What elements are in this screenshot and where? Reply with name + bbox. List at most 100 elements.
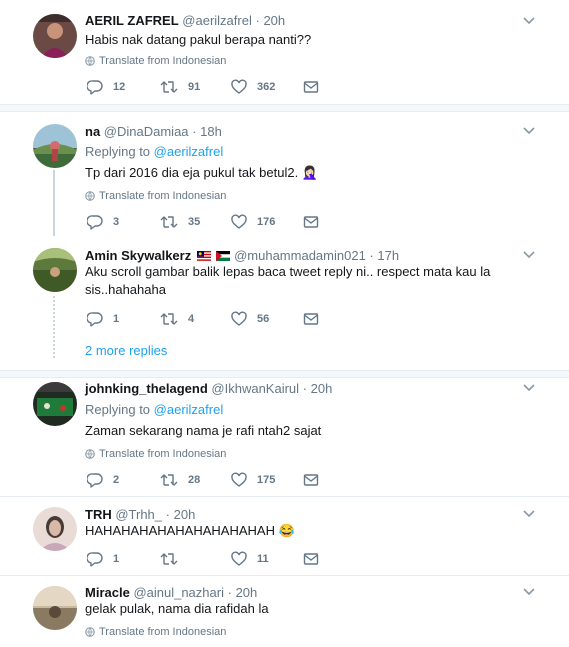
dm-button[interactable] [303, 79, 329, 95]
more-replies-link[interactable]: 2 more replies [85, 343, 167, 358]
dm-button[interactable] [303, 551, 329, 567]
retweet-button[interactable] [160, 551, 188, 567]
reply-count: 12 [113, 81, 126, 93]
user-handle[interactable]: @muhammadamin021 [234, 248, 366, 263]
palestine-flag-icon [216, 251, 231, 261]
avatar[interactable] [33, 586, 77, 630]
like-button[interactable]: 175 [231, 472, 275, 488]
thread-dotted-line [53, 296, 55, 358]
tweet-miracle[interactable]: Miracle @ainul_nazhari · 20h gelak pulak… [0, 576, 569, 647]
like-count: 175 [257, 474, 276, 486]
user-handle[interactable]: @aerilzafrel [182, 13, 252, 28]
reply-icon [87, 215, 103, 230]
avatar[interactable] [33, 382, 77, 426]
reply-icon [87, 312, 103, 327]
tweet-text: Zaman sekarang nama je rafi ntah2 sajat [85, 423, 322, 438]
globe-icon [85, 449, 95, 459]
timestamp[interactable]: 20h [311, 381, 333, 396]
chevron-down-icon[interactable] [523, 127, 535, 135]
translate-label: Translate from Indonesian [99, 626, 227, 638]
display-name[interactable]: Miracle [85, 585, 130, 600]
reply-button[interactable]: 1 [87, 311, 119, 327]
heart-icon [231, 551, 247, 566]
retweet-count: 91 [188, 81, 201, 93]
chevron-down-icon[interactable] [523, 384, 535, 392]
heart-icon [231, 214, 247, 229]
retweet-icon [160, 216, 178, 228]
reply-button[interactable]: 3 [87, 214, 119, 230]
display-name[interactable]: na [85, 124, 100, 139]
reply-icon [87, 552, 103, 567]
translate-link[interactable]: Translate from Indonesian [85, 447, 226, 461]
timestamp[interactable]: 17h [377, 248, 399, 263]
avatar[interactable] [33, 124, 77, 168]
chevron-down-icon[interactable] [523, 588, 535, 596]
tweet-johnking[interactable]: johnking_thelagend @IkhwanKairul · 20h R… [0, 378, 569, 496]
translate-link[interactable]: Translate from Indonesian [85, 54, 226, 68]
like-button[interactable]: 11 [231, 551, 269, 567]
separator: · [192, 124, 197, 139]
retweet-button[interactable]: 28 [160, 472, 200, 488]
tweet-text: Aku scroll gambar balik lepas baca tweet… [85, 264, 491, 297]
reply-button[interactable]: 1 [87, 551, 119, 567]
separator: · [227, 585, 232, 600]
replying-to: Replying to @aerilzafrel [85, 144, 223, 160]
dm-button[interactable] [303, 311, 329, 327]
translate-link[interactable]: Translate from Indonesian [85, 189, 226, 203]
heart-icon [231, 79, 247, 94]
like-button[interactable]: 56 [231, 311, 269, 327]
dm-button[interactable] [303, 214, 329, 230]
reply-button[interactable]: 12 [87, 79, 125, 95]
replying-prefix: Replying to [85, 402, 151, 417]
chevron-down-icon[interactable] [523, 251, 535, 259]
reply-button[interactable]: 2 [87, 472, 119, 488]
retweet-icon [160, 474, 178, 486]
reply-icon [87, 473, 103, 488]
retweet-button[interactable]: 4 [160, 311, 194, 327]
avatar[interactable] [33, 14, 77, 58]
reply-count: 1 [113, 553, 120, 565]
tweet-aeril[interactable]: AERIL ZAFREL @aerilzafrel · 20h Habis na… [0, 0, 569, 104]
avatar[interactable] [33, 248, 77, 292]
timestamp[interactable]: 20h [263, 13, 285, 28]
tweet-na[interactable]: na @DinaDamiaa · 18h Replying to @aerilz… [0, 112, 569, 242]
envelope-icon [303, 81, 319, 93]
timestamp[interactable]: 20h [174, 507, 196, 522]
tweet-text: HAHAHAHAHAHAHAHAHAHAH 😂 [85, 523, 295, 538]
chevron-down-icon[interactable] [523, 17, 535, 25]
user-handle[interactable]: @IkhwanKairul [211, 381, 299, 396]
retweet-count: 35 [188, 216, 201, 228]
display-name[interactable]: Amin Skywalkerz [85, 248, 191, 263]
translate-link[interactable]: Translate from Indonesian [85, 625, 226, 639]
chevron-down-icon[interactable] [523, 510, 535, 518]
like-button[interactable]: 176 [231, 214, 275, 230]
reply-count: 1 [113, 313, 120, 325]
heart-icon [231, 311, 247, 326]
globe-icon [85, 56, 95, 66]
tweet-trh[interactable]: TRH @Trhh_ · 20h HAHAHAHAHAHAHAHAHAHAH 😂… [0, 497, 569, 575]
timestamp[interactable]: 20h [236, 585, 258, 600]
timestamp[interactable]: 18h [200, 124, 222, 139]
display-name[interactable]: TRH [85, 507, 112, 522]
avatar[interactable] [33, 507, 77, 551]
user-handle[interactable]: @ainul_nazhari [133, 585, 224, 600]
separator: · [369, 248, 374, 263]
globe-icon [85, 627, 95, 637]
like-button[interactable]: 362 [231, 79, 275, 95]
user-handle[interactable]: @DinaDamiaa [104, 124, 189, 139]
globe-icon [85, 191, 95, 201]
replying-to-link[interactable]: @aerilzafrel [154, 402, 224, 417]
retweet-button[interactable]: 35 [160, 214, 200, 230]
replying-to-link[interactable]: @aerilzafrel [154, 144, 224, 159]
separator: · [255, 13, 260, 28]
display-name[interactable]: AERIL ZAFREL [85, 13, 179, 28]
retweet-icon [160, 81, 178, 93]
tweet-text: gelak pulak, nama dia rafidah la [85, 601, 269, 616]
tweet-amin[interactable]: Amin Skywalkerz @muhammadamin021 · 17h A… [0, 236, 569, 370]
translate-label: Translate from Indonesian [99, 190, 227, 202]
display-name[interactable]: johnking_thelagend [85, 381, 208, 396]
conversation-divider [0, 104, 569, 112]
dm-button[interactable] [303, 472, 329, 488]
user-handle[interactable]: @Trhh_ [115, 507, 162, 522]
retweet-button[interactable]: 91 [160, 79, 200, 95]
